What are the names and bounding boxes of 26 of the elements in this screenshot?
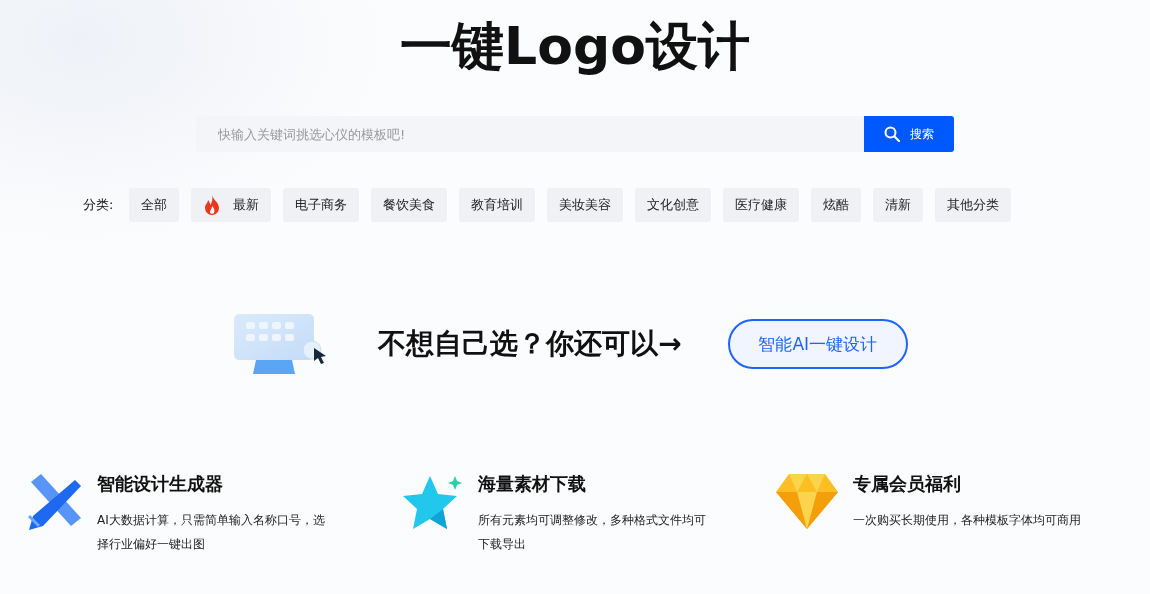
flame-icon [203, 194, 222, 216]
promo-text: 不想自己选？你还可以→ [378, 326, 682, 362]
feature-title: 专属会员福利 [853, 472, 962, 496]
feature-description: 一次购买长期使用，各种模板字体均可商用 [853, 512, 1082, 529]
search-icon [884, 126, 900, 142]
category-tab[interactable]: 电子商务 [283, 188, 360, 222]
category-tab[interactable]: 其他分类 [935, 188, 1012, 222]
feature-title: 海量素材下载 [478, 472, 587, 496]
search-button[interactable]: 搜索 [864, 116, 954, 152]
category-tab[interactable]: 餐饮美食 [371, 188, 448, 222]
category-tab[interactable]: 全部 [129, 188, 180, 222]
category-tab[interactable]: 炫酷 [811, 188, 862, 222]
category-tab[interactable]: 最新 [191, 188, 272, 222]
search-field[interactable]: 快输入关键词挑选心仪的模板吧! [196, 116, 864, 152]
category-tab[interactable]: 医疗健康 [723, 188, 800, 222]
page-title: 一键Logo设计 [400, 15, 750, 78]
category-label: 分类: [83, 196, 114, 214]
feature-description: AI大数据计算，只需简单输入名称口号，选择行业偏好一键出图 [97, 512, 326, 553]
category-tab[interactable]: 清新 [873, 188, 924, 222]
feature-description: 所有元素均可调整修改，多种格式文件均可下载导出 [478, 512, 707, 553]
feature-title: 智能设计生成器 [97, 472, 224, 496]
category-tab[interactable]: 文化创意 [635, 188, 712, 222]
category-tab[interactable]: 教育培训 [459, 188, 536, 222]
diamond-icon [775, 472, 839, 530]
category-tab[interactable]: 美妆美容 [547, 188, 624, 222]
ai-design-button[interactable]: 智能AI一键设计 [727, 319, 908, 369]
